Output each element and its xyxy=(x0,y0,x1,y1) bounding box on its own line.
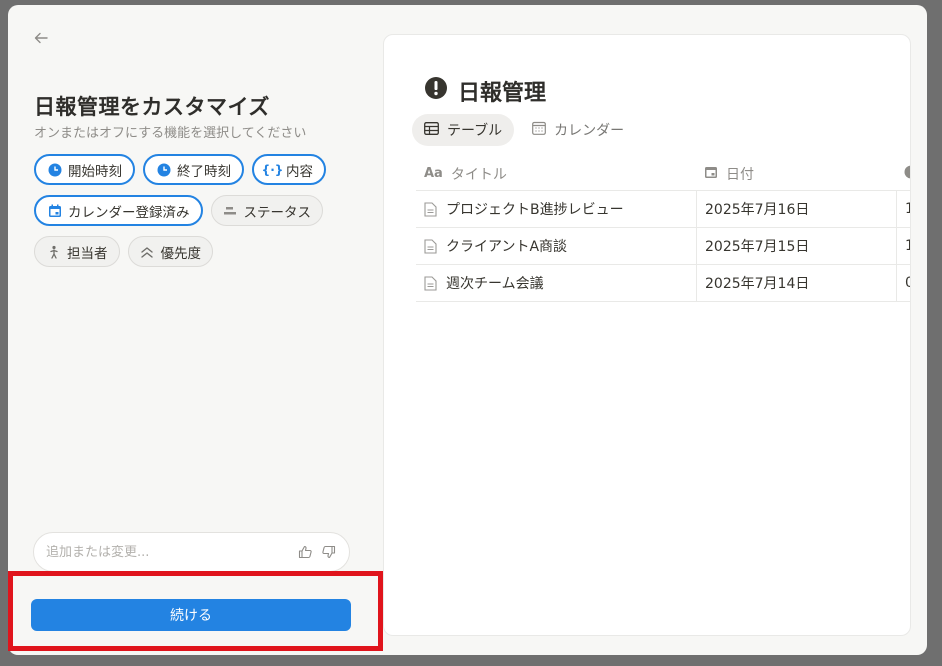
add-or-change-field xyxy=(33,532,350,572)
row-title: プロジェクトB進捗レビュー xyxy=(446,202,624,218)
chip-start-time[interactable]: 開始時刻 xyxy=(34,154,135,185)
tab-table-label: テーブル xyxy=(447,123,503,139)
chip-status[interactable]: ステータス xyxy=(210,195,323,226)
extra-cell: 0 xyxy=(896,265,910,301)
extra-cell: 1 xyxy=(896,228,910,264)
table-row[interactable]: プロジェクトB進捗レビュー 2025年7月16日 1 xyxy=(416,191,910,228)
column-header-extra[interactable] xyxy=(896,157,910,190)
customize-modal: 日報管理をカスタマイズ オンまたはオフにする機能を選択してください 開始時刻 終… xyxy=(8,5,927,655)
chip-label: 優先度 xyxy=(160,245,202,262)
chip-label: 終了時刻 xyxy=(177,163,231,180)
page-icon xyxy=(424,201,438,217)
row-title: 週次チーム会議 xyxy=(446,276,544,292)
chip-content[interactable]: {·} 内容 xyxy=(252,154,326,185)
chip-label: 開始時刻 xyxy=(68,163,122,180)
person-icon xyxy=(46,244,61,259)
tab-calendar[interactable]: カレンダー xyxy=(520,114,636,146)
date-cell: 2025年7月14日 xyxy=(696,265,896,301)
chip-calendar-registered[interactable]: カレンダー登録済み xyxy=(34,195,203,226)
extra-cell: 1 xyxy=(896,191,910,227)
status-icon xyxy=(223,203,238,218)
column-header-title[interactable]: Aa タイトル xyxy=(416,157,696,190)
table-row[interactable]: クライアントA商談 2025年7月15日 1 xyxy=(416,228,910,265)
table-header-row: Aa タイトル 日付 xyxy=(416,157,910,191)
add-or-change-input[interactable] xyxy=(46,544,297,560)
exclamation-icon xyxy=(424,76,448,106)
preview-table: Aa タイトル 日付 プロジェクトB進捗レビュー 2025年7月16日 1 xyxy=(416,157,910,302)
view-tabs: テーブル カレンダー xyxy=(412,114,636,146)
calendar-view-icon xyxy=(532,121,547,139)
calendar-icon xyxy=(47,203,62,218)
tab-table[interactable]: テーブル xyxy=(412,114,515,146)
modal-subheading: オンまたはオフにする機能を選択してください xyxy=(34,126,307,141)
back-arrow-icon[interactable] xyxy=(30,27,52,49)
text-type-icon: Aa xyxy=(424,166,443,181)
page-icon xyxy=(424,275,438,291)
title-cell: 週次チーム会議 xyxy=(416,265,696,301)
thumbs-down-icon[interactable] xyxy=(321,544,337,560)
braces-icon: {·} xyxy=(261,162,284,177)
chip-label: カレンダー登録済み xyxy=(68,204,190,221)
database-preview: 日報管理 テーブル カレンダー Aa タイトル 日付 プロジェクトB進捗レビュー… xyxy=(383,34,911,636)
clock-icon xyxy=(904,165,910,183)
table-row[interactable]: 週次チーム会議 2025年7月14日 0 xyxy=(416,265,910,302)
chip-label: ステータス xyxy=(243,204,312,221)
calendar-icon xyxy=(704,165,718,183)
row-title: クライアントA商談 xyxy=(446,239,568,255)
column-header-label: 日付 xyxy=(726,166,754,183)
modal-heading: 日報管理をカスタマイズ xyxy=(34,95,270,119)
chip-priority[interactable]: 優先度 xyxy=(127,236,213,267)
thumbs-up-icon[interactable] xyxy=(297,544,313,560)
page-icon xyxy=(424,238,438,254)
feature-chip-list: 開始時刻 終了時刻 {·} 内容 カレンダー登録済み ステータス 担当者 優先度 xyxy=(34,154,354,267)
column-header-date[interactable]: 日付 xyxy=(696,157,896,190)
chip-label: 内容 xyxy=(286,163,313,180)
title-cell: クライアントA商談 xyxy=(416,228,696,264)
chip-label: 担当者 xyxy=(67,245,108,262)
date-cell: 2025年7月16日 xyxy=(696,191,896,227)
chevrons-up-icon xyxy=(140,244,155,259)
table-icon xyxy=(424,121,439,139)
continue-button[interactable]: 続ける xyxy=(31,599,351,631)
column-header-label: タイトル xyxy=(450,166,507,183)
database-title-text: 日報管理 xyxy=(458,81,547,106)
chip-assignee[interactable]: 担当者 xyxy=(34,236,120,267)
database-title: 日報管理 xyxy=(424,75,546,107)
clock-icon xyxy=(47,162,62,177)
title-cell: プロジェクトB進捗レビュー xyxy=(416,191,696,227)
feedback-buttons xyxy=(297,544,337,560)
tab-calendar-label: カレンダー xyxy=(554,123,625,139)
chip-end-time[interactable]: 終了時刻 xyxy=(143,154,244,185)
date-cell: 2025年7月15日 xyxy=(696,228,896,264)
clock-icon xyxy=(156,162,171,177)
